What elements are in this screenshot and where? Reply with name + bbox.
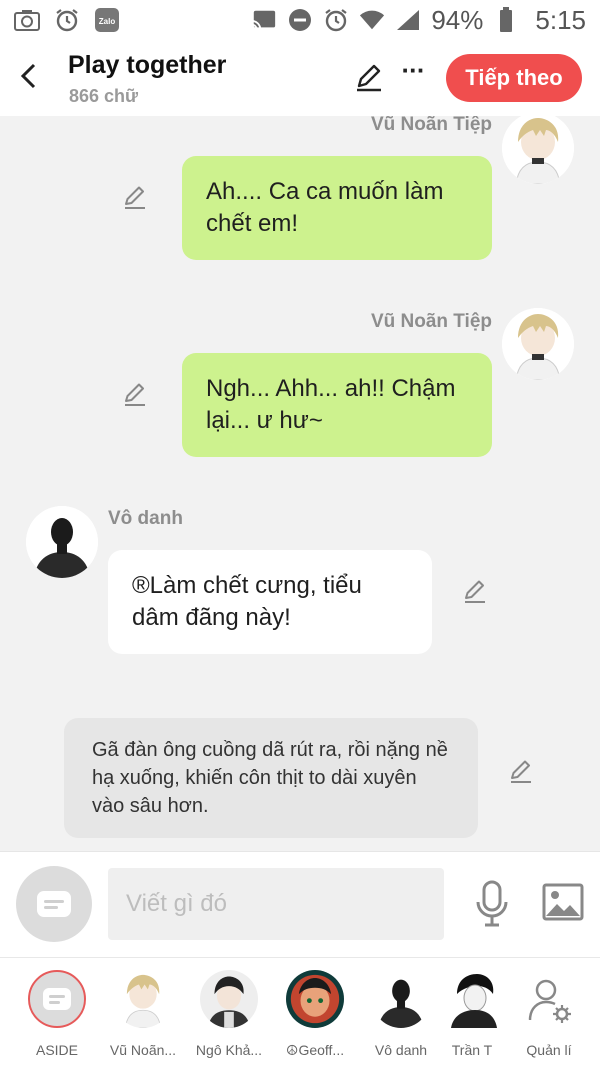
wifi-icon [359, 7, 385, 33]
status-bar: Zalo 94% 5:15 [0, 0, 600, 40]
microphone-icon [476, 880, 508, 927]
avatar [372, 970, 430, 1028]
edit-title-button[interactable] [354, 62, 386, 94]
character-avatar-dark-hair [200, 970, 258, 1028]
pencil-icon [125, 186, 145, 209]
image-button[interactable] [542, 882, 584, 922]
character-avatar-blonde [114, 970, 172, 1028]
battery-percent: 94% [431, 4, 484, 35]
pencil-icon [511, 760, 531, 783]
next-button[interactable]: Tiếp theo [446, 54, 582, 102]
battery-icon [493, 7, 519, 33]
edit-message-button[interactable] [122, 184, 148, 210]
character-ngo-kha[interactable]: Ngô Khả... [186, 970, 272, 1066]
signal-icon [395, 7, 421, 33]
cast-icon [251, 7, 277, 33]
edit-message-button[interactable] [508, 758, 534, 784]
narration-bubble[interactable]: Gã đàn ông cuồng dã rút ra, rồi nặng nề … [64, 718, 478, 838]
silhouette-avatar [372, 970, 430, 1028]
alarm-icon [54, 7, 80, 33]
pencil-icon [357, 64, 381, 92]
character-label: Vũ Noãn... [109, 1042, 177, 1058]
avatar [114, 970, 172, 1028]
character-avatar-colorful [286, 970, 344, 1028]
speaker-name: Vũ Noãn Tiệp [370, 116, 492, 135]
character-label: Quản lí [526, 1042, 572, 1058]
message-bubble[interactable]: Ngh... Ahh... ah!! Chậm lại... ư hư~ [182, 353, 492, 457]
do-not-disturb-icon [287, 7, 313, 33]
zalo-icon-label: Zalo [99, 17, 116, 26]
screenshot-icon [14, 7, 40, 33]
zalo-icon: Zalo [94, 7, 120, 33]
character-bar: ASIDE Vũ Noãn... Ngô Khả... ☮Geoff... Vô… [0, 957, 600, 1067]
back-button[interactable] [12, 58, 44, 94]
microphone-button[interactable] [474, 880, 510, 928]
message-icon [43, 988, 71, 1010]
chat-area[interactable]: Vũ Noãn Tiệp Ah.... Ca ca muốn làm chết … [0, 116, 600, 851]
aside-button[interactable] [16, 866, 92, 942]
character-label: Ngô Khả... [195, 1042, 263, 1058]
image-icon [542, 883, 584, 921]
character-manage[interactable]: Quản lí [506, 970, 592, 1066]
character-label: Vô danh [374, 1042, 428, 1058]
avatar[interactable] [502, 308, 574, 380]
character-label: ☮Geoff... [285, 1042, 345, 1058]
message-icon [37, 891, 71, 917]
story-title: Play together [68, 51, 227, 79]
avatar [200, 970, 258, 1028]
character-vu-noan-tiep[interactable]: Vũ Noãn... [100, 970, 186, 1066]
pencil-icon [125, 383, 145, 406]
character-geoff[interactable]: ☮Geoff... [272, 970, 358, 1066]
word-count: 866 chữ [69, 86, 139, 106]
avatar[interactable] [502, 116, 574, 184]
avatar[interactable] [26, 506, 98, 578]
character-avatar-blonde [502, 116, 574, 184]
manage-avatar [520, 970, 578, 1028]
message-input[interactable] [108, 868, 444, 940]
character-label: ASIDE [35, 1042, 78, 1058]
speaker-name: Vô danh [108, 508, 183, 529]
alarm-icon-right [323, 7, 349, 33]
avatar [447, 970, 497, 1028]
pencil-icon [465, 580, 485, 603]
clock: 5:15 [535, 4, 586, 35]
aside-avatar [28, 970, 86, 1028]
character-label: Trần T [451, 1042, 493, 1058]
character-vo-danh[interactable]: Vô danh [358, 970, 444, 1066]
avatar [286, 970, 344, 1028]
character-avatar-blonde [502, 308, 574, 380]
character-avatar-sketch [447, 970, 497, 1028]
more-options-button[interactable]: ··· [398, 57, 428, 92]
speaker-name: Vũ Noãn Tiệp [370, 311, 492, 332]
user-settings-icon [528, 979, 571, 1023]
composer-bar [0, 851, 600, 957]
character-aside[interactable]: ASIDE [14, 970, 100, 1066]
message-bubble[interactable]: ®Làm chết cưng, tiểu dâm đãng này! [108, 550, 432, 654]
edit-message-button[interactable] [462, 578, 488, 604]
silhouette-avatar [26, 506, 98, 578]
message-bubble[interactable]: Ah.... Ca ca muốn làm chết em! [182, 156, 492, 260]
header-bar: Play together 866 chữ ··· Tiếp theo [0, 40, 600, 116]
chevron-left-icon [20, 63, 36, 89]
character-tran-t[interactable]: Trần T [444, 970, 500, 1066]
edit-message-button[interactable] [122, 381, 148, 407]
